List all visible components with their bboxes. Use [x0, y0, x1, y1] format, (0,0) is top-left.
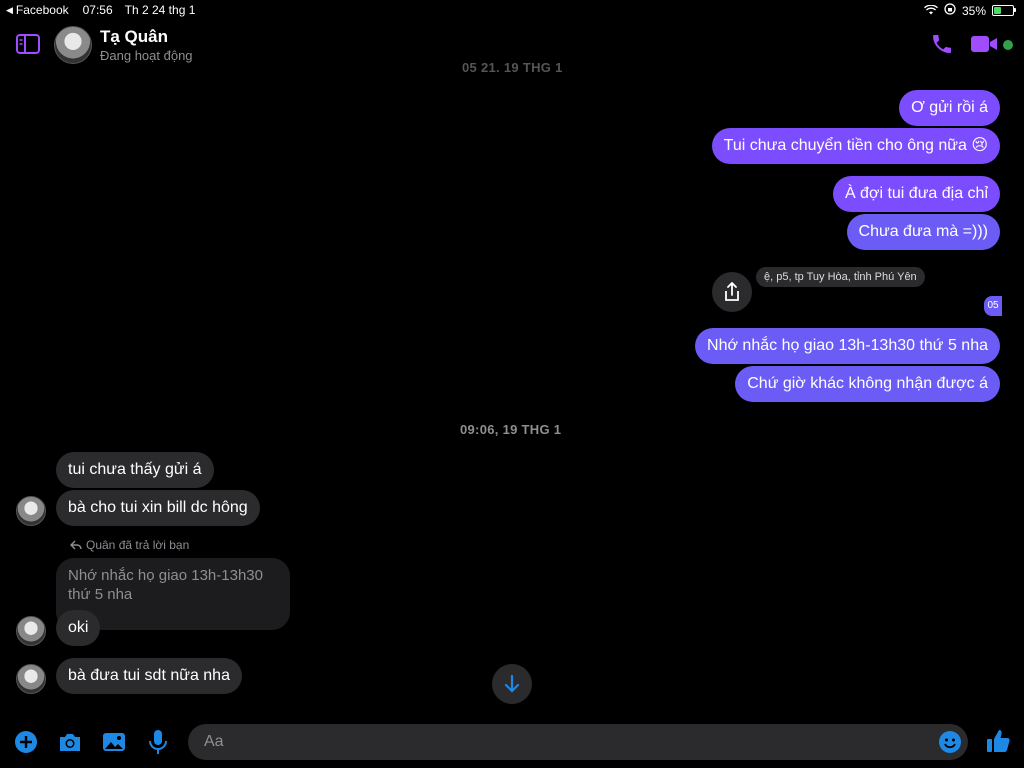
contact-avatar-small[interactable] — [16, 496, 46, 526]
contact-avatar-small[interactable] — [16, 616, 46, 646]
arrow-down-icon — [504, 675, 520, 693]
contact-name[interactable]: Tạ Quân — [100, 27, 168, 47]
status-date: Th 2 24 thg 1 — [124, 3, 196, 17]
message-incoming[interactable]: bà đưa tui sdt nữa nha — [56, 658, 242, 694]
camera-icon[interactable] — [58, 731, 82, 758]
orientation-lock-icon — [944, 3, 956, 18]
message-outgoing[interactable]: Tui chưa chuyển tiền cho ông nữa 😢 — [711, 128, 1000, 164]
share-icon — [725, 282, 739, 301]
microphone-icon[interactable] — [148, 729, 168, 760]
scroll-to-bottom-button[interactable] — [492, 664, 532, 704]
back-to-app-link[interactable]: ◀ Facebook — [6, 3, 69, 17]
timestamp: 09:06, 19 THG 1 — [460, 422, 562, 437]
contact-avatar[interactable] — [54, 26, 92, 64]
message-outgoing[interactable]: Chứ giờ khác không nhận được á — [735, 366, 1000, 402]
status-bar: ◀ Facebook 07:56 Th 2 24 thg 1 35% — [0, 0, 1024, 20]
contact-avatar-small[interactable] — [16, 664, 46, 694]
status-time: 07:56 — [82, 3, 113, 17]
message-outgoing[interactable]: Ơ gửi rồi á — [899, 90, 1000, 126]
message-incoming[interactable]: bà cho tui xin bill dc hông — [56, 490, 260, 526]
timestamp-partial: 05 21, 19 THG 1 — [462, 60, 563, 72]
address-preview[interactable]: ệ, p5, tp Tuy Hòa, tỉnh Phú Yên — [756, 267, 925, 287]
reply-label: Quân đã trả lời bạn — [86, 538, 190, 552]
message-outgoing[interactable]: À đợi tui đưa địa chỉ — [832, 176, 1000, 212]
contact-status: Đang hoạt động — [100, 48, 193, 63]
video-call-icon[interactable] — [970, 34, 1000, 59]
reply-indicator: Quân đã trả lời bạn — [70, 538, 189, 552]
message-input[interactable] — [202, 732, 926, 752]
back-triangle-icon: ◀ — [6, 4, 13, 15]
add-plus-icon[interactable] — [14, 730, 38, 759]
share-button[interactable] — [712, 272, 752, 312]
message-input-container — [188, 724, 968, 760]
battery-icon — [992, 5, 1016, 16]
emoji-icon[interactable] — [938, 730, 962, 759]
like-thumbs-up-icon[interactable] — [986, 728, 1012, 759]
battery-percent: 35% — [961, 3, 986, 18]
phone-call-icon[interactable] — [930, 32, 954, 61]
active-status-dot — [1003, 40, 1013, 50]
message-incoming[interactable]: oki — [56, 610, 101, 646]
message-outgoing[interactable]: Nhớ nhắc họ giao 13h-13h30 thứ 5 nha — [695, 328, 1000, 364]
gallery-icon[interactable] — [102, 731, 126, 758]
composer-bar — [0, 712, 1024, 768]
back-app-label: Facebook — [15, 3, 69, 17]
wifi-icon — [923, 4, 938, 18]
sidebar-toggle-icon[interactable] — [16, 34, 40, 59]
collapsed-message[interactable]: 05 — [984, 296, 1002, 316]
message-outgoing[interactable]: Chưa đưa mà =))) — [846, 214, 1000, 250]
reply-arrow-icon — [70, 540, 82, 550]
message-incoming[interactable]: tui chưa thấy gửi á — [56, 452, 214, 488]
